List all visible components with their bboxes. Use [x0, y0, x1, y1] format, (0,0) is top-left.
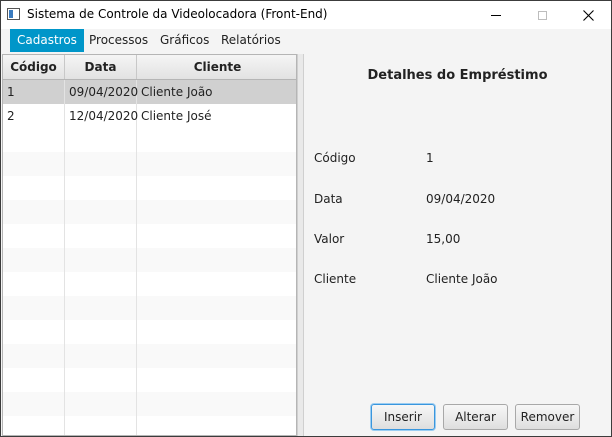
empty-table-row	[3, 152, 296, 176]
menu-bar: Cadastros Processos Gráficos Relatórios	[1, 29, 611, 52]
empty-cell	[65, 152, 137, 176]
empty-cell	[3, 272, 65, 296]
codigo-value: 1	[426, 151, 434, 165]
codigo-label: Código	[314, 151, 356, 165]
empty-cell	[3, 296, 65, 320]
empty-cell	[3, 224, 65, 248]
empty-cell	[3, 368, 65, 392]
menu-graficos[interactable]: Gráficos	[153, 29, 216, 52]
empty-table-row	[3, 392, 296, 416]
empty-cell	[3, 128, 65, 152]
empty-cell	[137, 320, 296, 344]
empty-cell	[137, 272, 296, 296]
loans-table[interactable]: Código Data Cliente 1 09/04/2020 Cliente…	[2, 54, 297, 436]
close-button[interactable]	[565, 1, 611, 29]
empty-cell	[137, 416, 296, 435]
valor-value: 15,00	[426, 232, 461, 246]
empty-cell	[137, 248, 296, 272]
empty-cell	[65, 368, 137, 392]
empty-table-row	[3, 344, 296, 368]
empty-cell	[137, 176, 296, 200]
empty-cell	[65, 200, 137, 224]
empty-cell	[3, 416, 65, 435]
table-row[interactable]: 1 09/04/2020 Cliente João	[3, 80, 296, 104]
empty-cell	[65, 224, 137, 248]
empty-cell	[65, 392, 137, 416]
menu-relatorios[interactable]: Relatórios	[214, 29, 288, 52]
column-header-cliente[interactable]: Cliente	[137, 55, 296, 79]
valor-label: Valor	[314, 232, 345, 246]
empty-cell	[65, 416, 137, 435]
empty-cell	[65, 248, 137, 272]
empty-table-row	[3, 128, 296, 152]
empty-table-row	[3, 272, 296, 296]
empty-cell	[137, 296, 296, 320]
table-row[interactable]: 2 12/04/2020 Cliente José	[3, 104, 296, 128]
minimize-icon	[491, 14, 501, 16]
cell-data: 12/04/2020	[65, 104, 138, 128]
empty-table-row	[3, 176, 296, 200]
cell-cliente: Cliente João	[141, 85, 213, 99]
empty-cell	[3, 152, 65, 176]
empty-cell	[137, 344, 296, 368]
empty-cell	[65, 296, 137, 320]
menu-cadastros[interactable]: Cadastros	[10, 29, 84, 52]
empty-table-row	[3, 320, 296, 344]
cell-data: 09/04/2020	[65, 80, 138, 104]
window-title: Sistema de Controle da Videolocadora (Fr…	[27, 7, 328, 21]
empty-cell	[65, 344, 137, 368]
cliente-value: Cliente João	[426, 272, 498, 286]
empty-cell	[65, 272, 137, 296]
empty-table-row	[3, 416, 296, 435]
table-header: Código Data Cliente	[3, 55, 296, 80]
details-title: Detalhes do Empréstimo	[367, 68, 548, 83]
empty-cell	[137, 152, 296, 176]
empty-cell	[137, 392, 296, 416]
menu-processos[interactable]: Processos	[82, 29, 155, 52]
cell-cliente: Cliente José	[141, 109, 212, 123]
remover-button[interactable]: Remover	[515, 404, 580, 430]
inserir-button[interactable]: Inserir	[371, 404, 435, 430]
empty-cell	[65, 176, 137, 200]
alterar-button[interactable]: Alterar	[443, 404, 508, 430]
data-label: Data	[314, 192, 343, 206]
cell-codigo: 1	[3, 80, 65, 104]
data-value: 09/04/2020	[426, 192, 496, 206]
column-header-codigo[interactable]: Código	[3, 55, 65, 79]
details-panel: Detalhes do Empréstimo Código 1 Data 09/…	[304, 54, 611, 436]
maximize-icon	[537, 10, 547, 20]
empty-cell	[3, 248, 65, 272]
minimize-button[interactable]	[473, 1, 519, 29]
empty-cell	[137, 224, 296, 248]
empty-cell	[3, 200, 65, 224]
close-icon	[582, 9, 594, 21]
empty-cell	[137, 368, 296, 392]
empty-cell	[65, 320, 137, 344]
empty-table-row	[3, 368, 296, 392]
empty-cell	[137, 200, 296, 224]
empty-cell	[3, 344, 65, 368]
split-pane-divider[interactable]	[297, 54, 304, 436]
app-window: Sistema de Controle da Videolocadora (Fr…	[0, 0, 612, 437]
title-bar[interactable]: Sistema de Controle da Videolocadora (Fr…	[1, 1, 611, 29]
empty-table-row	[3, 224, 296, 248]
empty-table-row	[3, 296, 296, 320]
empty-cell	[3, 176, 65, 200]
app-icon	[7, 8, 20, 20]
empty-table-row	[3, 248, 296, 272]
empty-table-row	[3, 200, 296, 224]
column-header-data[interactable]: Data	[65, 55, 137, 79]
empty-cell	[137, 128, 296, 152]
maximize-button[interactable]	[519, 1, 565, 29]
empty-cell	[65, 128, 137, 152]
empty-cell	[3, 320, 65, 344]
cliente-label: Cliente	[314, 272, 357, 286]
cell-codigo: 2	[3, 104, 65, 128]
empty-cell	[3, 392, 65, 416]
